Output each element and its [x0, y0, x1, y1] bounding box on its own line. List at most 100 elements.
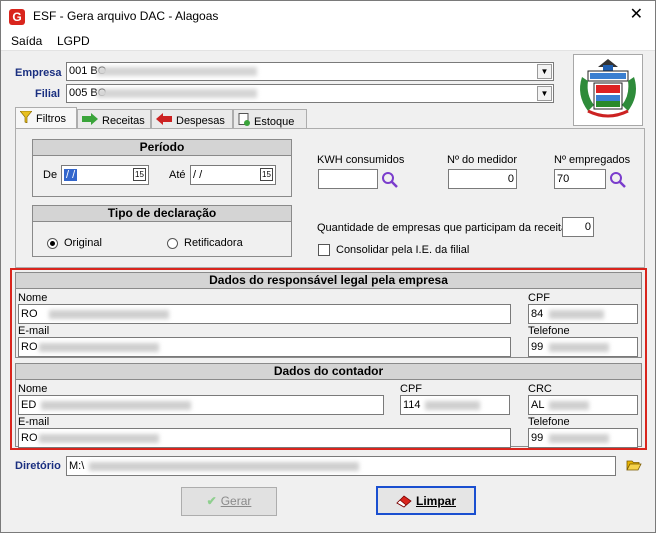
- cont-crc-value: AL: [531, 399, 545, 411]
- chevron-down-icon[interactable]: ▼: [537, 64, 552, 79]
- cont-crc-input[interactable]: AL: [528, 395, 638, 415]
- redacted: [39, 434, 159, 443]
- resp-telefone-input[interactable]: 99: [528, 337, 638, 357]
- cont-email-input[interactable]: RO: [18, 428, 511, 448]
- resp-cpf-label: CPF: [528, 292, 550, 304]
- resp-nome-label: Nome: [18, 292, 48, 304]
- resp-nome-input[interactable]: RO: [18, 304, 511, 324]
- redacted: [549, 434, 609, 443]
- tab-label: Receitas: [102, 115, 145, 127]
- menu-lgpd[interactable]: LGPD: [57, 34, 90, 48]
- limpar-label: Limpar: [415, 494, 456, 508]
- close-icon[interactable]: ✕: [630, 6, 643, 24]
- tab-filtros[interactable]: Filtros: [15, 107, 77, 130]
- folder-open-icon[interactable]: [626, 458, 642, 472]
- cont-nome-input[interactable]: ED: [18, 395, 384, 415]
- redacted: [89, 462, 359, 471]
- redacted: [549, 401, 589, 410]
- de-date-input[interactable]: / / 15: [61, 165, 149, 185]
- responsavel-title: Dados do responsável legal pela empresa: [16, 273, 641, 289]
- retificadora-radio[interactable]: [167, 238, 178, 249]
- window-title: ESF - Gera arquivo DAC - Alagoas: [33, 9, 219, 23]
- periodo-title: Período: [33, 140, 291, 156]
- menu-bar: Saída LGPD: [1, 31, 655, 51]
- resp-telefone-value: 99: [531, 341, 544, 353]
- resp-cpf-input[interactable]: 84: [528, 304, 638, 324]
- resp-cpf-value: 84: [531, 308, 544, 320]
- search-icon[interactable]: [609, 171, 627, 189]
- cont-email-value: RO: [21, 432, 38, 444]
- menu-saida[interactable]: Saída: [11, 34, 42, 48]
- empresa-combo[interactable]: 001 BO ▼: [66, 62, 554, 81]
- redacted: [425, 401, 480, 410]
- cont-telefone-value: 99: [531, 432, 544, 444]
- ate-date-value: / /: [193, 169, 203, 181]
- resp-telefone-label: Telefone: [528, 325, 570, 337]
- original-label: Original: [64, 237, 102, 249]
- resp-nome-value: RO: [21, 308, 38, 320]
- calendar-icon[interactable]: 15: [133, 168, 146, 181]
- check-icon: ✔: [206, 494, 217, 508]
- main-window: G ESF - Gera arquivo DAC - Alagoas ✕ Saí…: [0, 0, 656, 533]
- state-coat-of-arms: [573, 54, 643, 126]
- qtd-empresas-label: Quantidade de empresas que participam da…: [317, 222, 568, 234]
- cont-telefone-label: Telefone: [528, 416, 570, 428]
- tab-label: Filtros: [36, 113, 66, 125]
- periodo-group: Período De / / 15 Até / / 15: [32, 139, 292, 197]
- tab-despesas[interactable]: Despesas: [151, 109, 233, 129]
- tab-label: Estoque: [254, 116, 295, 128]
- empresa-label: Empresa: [15, 67, 62, 79]
- cont-crc-label: CRC: [528, 383, 552, 395]
- search-icon[interactable]: [381, 171, 399, 189]
- arrow-left-icon: [156, 113, 172, 128]
- title-bar: G ESF - Gera arquivo DAC - Alagoas ✕: [1, 1, 655, 31]
- original-radio[interactable]: [47, 238, 58, 249]
- retificadora-label: Retificadora: [184, 237, 243, 249]
- ate-date-input[interactable]: / / 15: [190, 165, 276, 185]
- medidor-label: Nº do medidor: [447, 154, 518, 166]
- tab-estoque[interactable]: Estoque: [233, 109, 307, 129]
- diretorio-input[interactable]: M:\: [66, 456, 616, 476]
- cont-nome-label: Nome: [18, 383, 48, 395]
- arrow-right-icon: [82, 113, 98, 128]
- contador-title: Dados do contador: [16, 364, 641, 380]
- kwh-input[interactable]: [318, 169, 378, 189]
- cont-telefone-input[interactable]: 99: [528, 428, 638, 448]
- filial-combo[interactable]: 005 BO ▼: [66, 84, 554, 103]
- tab-receitas[interactable]: Receitas: [77, 109, 151, 129]
- filial-label: Filial: [35, 88, 61, 100]
- consolidar-label: Consolidar pela I.E. da filial: [336, 244, 470, 256]
- app-logo-icon: G: [9, 9, 25, 25]
- qtd-empresas-input[interactable]: 0: [562, 217, 594, 237]
- chevron-down-icon[interactable]: ▼: [537, 86, 552, 101]
- empregados-input[interactable]: 70: [554, 169, 606, 189]
- resp-email-input[interactable]: RO: [18, 337, 511, 357]
- resp-email-value: RO: [21, 341, 38, 353]
- gerar-button[interactable]: ✔ Gerar: [181, 487, 277, 516]
- kwh-label: KWH consumidos: [317, 154, 405, 166]
- limpar-button[interactable]: Limpar: [376, 486, 476, 515]
- redacted: [549, 343, 609, 352]
- cont-cpf-label: CPF: [400, 383, 422, 395]
- cont-cpf-value: 114: [403, 399, 421, 411]
- empresa-redacted: [97, 67, 257, 76]
- calendar-icon[interactable]: 15: [260, 168, 273, 181]
- cont-nome-value: ED: [21, 399, 37, 411]
- ate-label: Até: [169, 169, 186, 181]
- de-date-value: / /: [64, 169, 78, 181]
- filtros-panel: Período De / / 15 Até / / 15 Tipo de dec…: [15, 128, 645, 268]
- diretorio-value: M:\: [69, 460, 85, 472]
- de-label: De: [43, 169, 58, 181]
- tipo-declaracao-title: Tipo de declaração: [33, 206, 291, 222]
- cont-cpf-input[interactable]: 114: [400, 395, 510, 415]
- redacted: [41, 401, 191, 410]
- consolidar-checkbox[interactable]: [318, 244, 330, 256]
- redacted: [39, 343, 159, 352]
- medidor-input[interactable]: 0: [448, 169, 517, 189]
- redacted: [549, 310, 604, 319]
- contador-group: Dados do contador Nome ED CPF 114 CRC AL…: [15, 363, 642, 448]
- document-add-icon: [238, 113, 250, 129]
- tipo-declaracao-group: Tipo de declaração Original Retificadora: [32, 205, 292, 257]
- resp-email-label: E-mail: [18, 325, 50, 337]
- empregados-value: 70: [557, 173, 570, 185]
